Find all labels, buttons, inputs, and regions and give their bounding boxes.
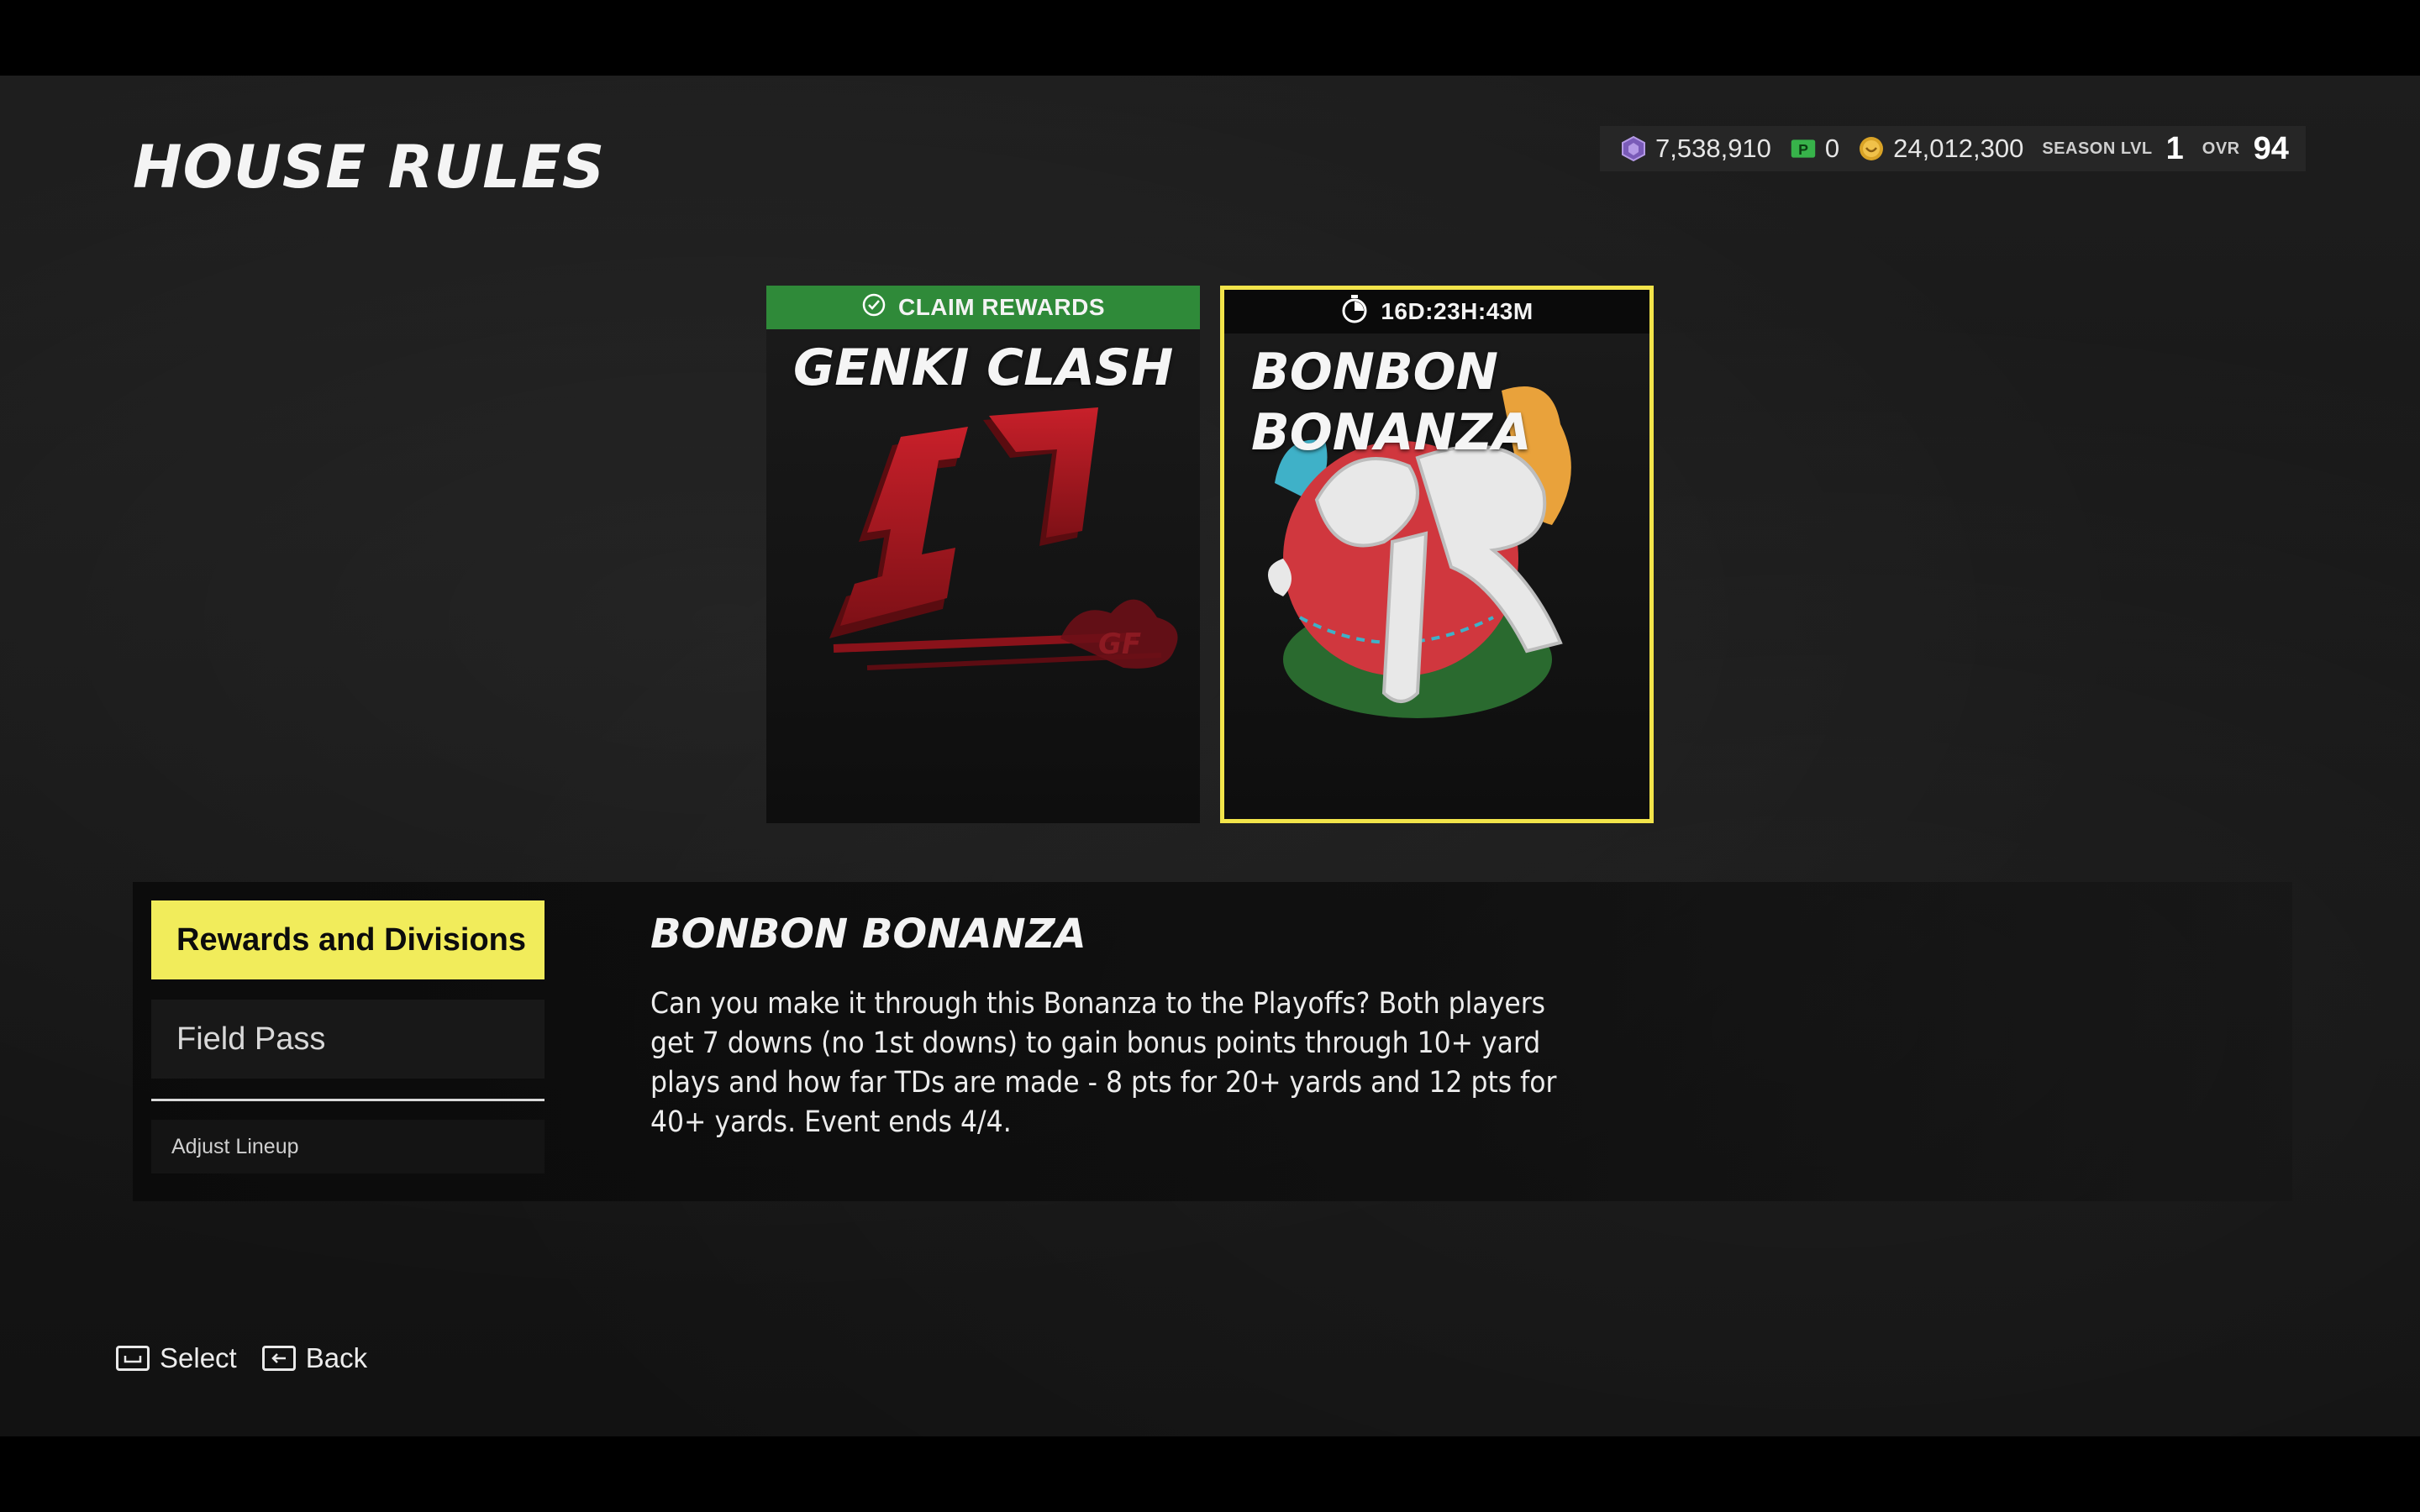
description-body: Can you make it through this Bonanza to … [650,987,1557,1139]
event-card-genki-clash[interactable]: GF CLAIM REWARDS GENKI CLASH [766,286,1200,823]
claim-rewards-banner[interactable]: CLAIM REWARDS [766,286,1200,329]
timer-label: 16D:23H:43M [1381,298,1534,324]
currency-bar: 7,538,910 P 0 24,012,300 SEASON LVL 1 OV… [1600,126,2306,171]
gems-value: 7,538,910 [1655,134,1771,163]
menu-item-adjust-lineup[interactable]: Adjust Lineup [151,1120,544,1173]
gem-icon [1620,135,1647,162]
season-level: SEASON LVL 1 [2042,131,2183,167]
card-title: BONBON BONANZA [1251,342,1633,463]
ovr-label: OVR [2202,139,2240,158]
description-title: BONBON BONANZA [650,911,1086,958]
ovr-value: 94 [2253,130,2289,166]
select-hint[interactable]: Select [116,1342,237,1374]
coins-value: 24,012,300 [1893,134,2024,163]
points-icon: P [1790,135,1817,162]
select-label: Select [160,1342,237,1373]
season-value: 1 [2165,130,2184,166]
side-menu: Rewards and Divisions Field Pass Adjust … [151,900,544,1194]
back-button-icon [261,1346,296,1371]
coin-icon [1858,135,1885,162]
gems-balance: 7,538,910 [1620,134,1771,164]
menu-divider [151,1099,544,1101]
stopwatch-icon [1340,294,1369,330]
card-title-line2: BONANZA [1251,403,1532,462]
season-label: SEASON LVL [2042,139,2153,158]
overall-rating: OVR 94 [2202,131,2289,167]
select-button-icon [116,1346,150,1371]
claim-rewards-label: CLAIM REWARDS [897,294,1106,320]
back-hint[interactable]: Back [261,1342,368,1374]
page-title: HOUSE RULES [133,133,606,202]
event-card-bonbon-bonanza[interactable]: 16D:23H:43M BONBON BONANZA [1220,286,1654,823]
menu-item-rewards-and-divisions[interactable]: Rewards and Divisions [151,900,544,979]
points-value: 0 [1824,134,1840,163]
svg-text:GF: GF [1098,627,1141,661]
card-title-line1: BONBON [1251,343,1498,402]
timer-banner: 16D:23H:43M [1224,290,1649,333]
button-hints: Select Back [116,1342,367,1374]
card-title: GENKI CLASH [793,339,1174,397]
points-balance: P 0 [1790,134,1839,164]
svg-text:P: P [1798,141,1808,158]
check-circle-icon [861,292,886,323]
background [0,76,2420,1436]
back-label: Back [305,1342,368,1373]
menu-item-field-pass[interactable]: Field Pass [151,1000,544,1079]
coins-balance: 24,012,300 [1858,134,2023,164]
